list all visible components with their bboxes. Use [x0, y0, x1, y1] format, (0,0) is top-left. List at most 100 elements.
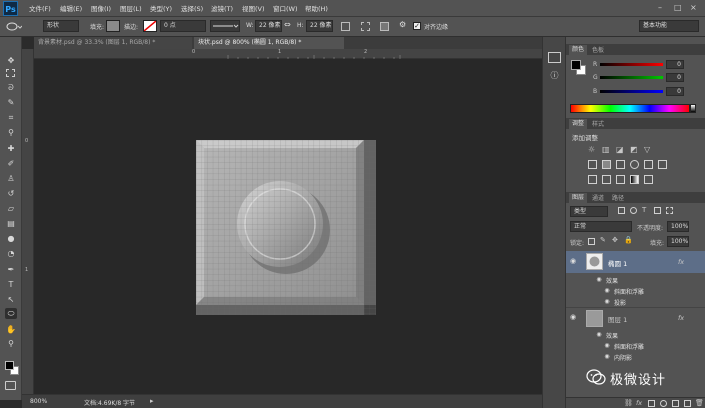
marquee-tool-icon[interactable] — [6, 69, 15, 77]
healing-brush-tool-icon[interactable]: ✚ — [5, 143, 17, 154]
black-white-bar[interactable] — [690, 104, 696, 113]
hand-tool-icon[interactable]: ✋ — [5, 324, 17, 335]
tab-channels[interactable]: 通道 — [592, 193, 604, 202]
shape-mode-select[interactable]: 形状 — [43, 20, 79, 32]
filter-smart-icon[interactable] — [666, 207, 673, 214]
effect-item[interactable]: 斜面和浮雕 — [614, 342, 644, 351]
color-balance-icon[interactable] — [602, 160, 611, 169]
lasso-tool-icon[interactable]: ᘐ — [5, 82, 17, 93]
eyedropper-tool-icon[interactable]: ⚲ — [5, 127, 17, 138]
path-alignment-icon[interactable] — [361, 22, 370, 31]
pen-tool-icon[interactable]: ✒ — [5, 264, 17, 275]
effect-eye-icon[interactable]: ◉ — [602, 287, 612, 294]
effect-eye-icon[interactable]: ◉ — [602, 353, 612, 360]
tab-active-doc[interactable]: 块状.psd @ 800% (椭圆 1, RGB/8) * — [194, 37, 344, 49]
exposure-icon[interactable]: ◩ — [630, 145, 638, 154]
workspace-select[interactable]: 基本功能 — [639, 20, 699, 32]
height-field[interactable]: 22 像素 — [306, 20, 333, 32]
effects-eye-icon[interactable]: ◉ — [594, 331, 604, 338]
tab-adjustments[interactable]: 调整 — [569, 119, 588, 129]
info-panel-icon[interactable]: ⓘ — [548, 70, 561, 81]
effect-eye-icon[interactable]: ◉ — [602, 298, 612, 305]
menu-image[interactable]: 图像(I) — [91, 3, 111, 13]
channel-b-value[interactable]: 0 — [666, 87, 684, 96]
menu-file[interactable]: 文件(F) — [29, 3, 51, 13]
curves-icon[interactable]: ◪ — [616, 145, 624, 154]
stroke-swatch[interactable] — [143, 20, 157, 32]
crop-tool-icon[interactable]: ⌗ — [5, 112, 17, 123]
menu-filter[interactable]: 滤镜(T) — [211, 3, 233, 13]
black-white-icon[interactable] — [616, 160, 625, 169]
menu-help[interactable]: 帮助(H) — [305, 3, 328, 13]
lock-position-icon[interactable]: ✥ — [612, 236, 618, 244]
ellipse-tool-icon[interactable]: ⬭ — [5, 308, 17, 319]
visibility-eye-icon[interactable]: ◉ — [568, 257, 578, 265]
quick-mask-icon[interactable] — [5, 381, 16, 390]
add-style-icon[interactable]: fx — [636, 399, 642, 407]
lock-transparent-icon[interactable] — [588, 238, 595, 245]
document-canvas[interactable] — [196, 140, 376, 315]
color-spectrum-bar[interactable] — [570, 104, 690, 113]
channel-r-value[interactable]: 0 — [666, 60, 684, 69]
play-icon[interactable]: ▸ — [150, 397, 154, 405]
menu-window[interactable]: 窗口(W) — [273, 3, 298, 13]
history-brush-tool-icon[interactable]: ↺ — [5, 188, 17, 199]
effect-item[interactable]: 斜面和浮雕 — [614, 287, 644, 296]
menu-layer[interactable]: 图层(L) — [120, 3, 142, 13]
color-lookup-icon[interactable] — [658, 160, 667, 169]
new-layer-icon[interactable] — [684, 400, 691, 407]
link-layers-icon[interactable]: ⛓ — [624, 399, 633, 407]
zoom-level[interactable]: 800% — [30, 398, 47, 405]
close-button[interactable]: × — [690, 3, 697, 12]
link-icon[interactable]: ⇔ — [284, 20, 291, 29]
gradient-map-icon[interactable] — [630, 175, 639, 184]
lock-pixels-icon[interactable]: ✎ — [600, 236, 606, 244]
channel-b-slider[interactable] — [600, 90, 663, 93]
eraser-tool-icon[interactable]: ▱ — [5, 203, 17, 214]
path-operations-icon[interactable] — [341, 22, 350, 31]
selective-color-icon[interactable] — [644, 175, 653, 184]
hue-saturation-icon[interactable] — [588, 160, 597, 169]
stroke-type-select[interactable] — [210, 20, 240, 32]
fg-color-chip[interactable] — [571, 60, 581, 70]
type-tool-icon[interactable]: T — [5, 279, 17, 290]
layer-row-ellipse[interactable]: ◉ 椭圆 1 fx — [566, 251, 705, 273]
zoom-tool-icon[interactable]: ⚲ — [5, 338, 17, 349]
menu-type[interactable]: 类型(Y) — [150, 3, 172, 13]
quick-select-tool-icon[interactable]: ✎ — [5, 97, 17, 108]
tab-color[interactable]: 颜色 — [569, 45, 588, 55]
new-group-icon[interactable] — [672, 400, 679, 407]
maximize-button[interactable]: □ — [674, 3, 682, 12]
layer-name[interactable]: 椭圆 1 — [608, 258, 627, 268]
tab-background-doc[interactable]: 背景素材.psd @ 33.3% (图层 1, RGB/8) * — [34, 37, 192, 49]
channel-g-slider[interactable] — [600, 76, 663, 79]
width-field[interactable]: 22 像素 — [255, 20, 282, 32]
blend-mode-select[interactable]: 正常 — [570, 221, 632, 232]
filter-adjust-icon[interactable] — [630, 207, 637, 214]
vibrance-icon[interactable]: ▽ — [644, 145, 650, 154]
channel-g-value[interactable]: 0 — [666, 73, 684, 82]
layer-row-layer1[interactable]: ◉ 图层 1 fx — [566, 307, 705, 328]
menu-view[interactable]: 视图(V) — [242, 3, 265, 13]
effect-item[interactable]: 投影 — [614, 298, 626, 307]
filter-shape-icon[interactable] — [654, 207, 661, 214]
fx-badge[interactable]: fx — [678, 314, 684, 322]
filter-type-icon[interactable]: T — [642, 206, 646, 214]
add-mask-icon[interactable] — [648, 400, 655, 407]
move-tool-icon[interactable]: ✥ — [5, 55, 17, 66]
ellipse-tool-preset[interactable] — [6, 21, 23, 32]
menu-select[interactable]: 选择(S) — [181, 3, 203, 13]
levels-icon[interactable]: ▥ — [602, 145, 610, 154]
photo-filter-icon[interactable] — [630, 160, 639, 169]
blur-tool-icon[interactable]: ● — [5, 233, 17, 244]
fx-badge[interactable]: fx — [678, 258, 684, 266]
layer-filter-kind[interactable]: 类型 — [570, 206, 608, 217]
minimize-button[interactable]: – — [658, 3, 662, 12]
tab-swatches[interactable]: 色板 — [592, 45, 604, 54]
tab-paths[interactable]: 路径 — [612, 193, 624, 202]
effects-eye-icon[interactable]: ◉ — [594, 276, 604, 283]
layer-name[interactable]: 图层 1 — [608, 314, 627, 324]
opacity-field[interactable]: 100% — [667, 221, 689, 232]
visibility-eye-icon[interactable]: ◉ — [568, 313, 578, 321]
posterize-icon[interactable] — [602, 175, 611, 184]
